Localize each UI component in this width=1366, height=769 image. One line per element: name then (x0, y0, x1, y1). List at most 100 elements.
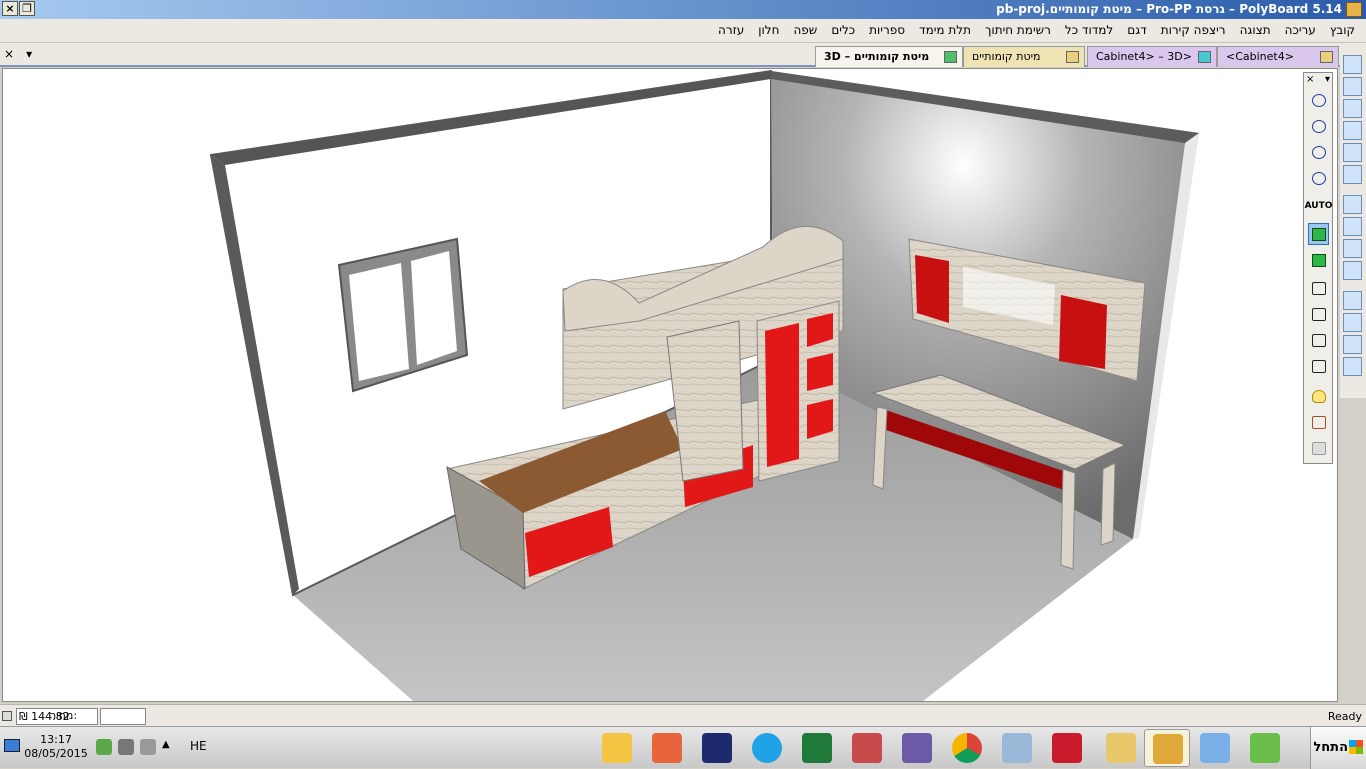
rotate-down-icon[interactable] (1308, 167, 1329, 189)
solid-render-icon[interactable] (1308, 223, 1329, 245)
chrome-icon[interactable] (944, 729, 990, 767)
cube-view-5-icon[interactable] (1343, 291, 1362, 310)
visual-studio-icon[interactable] (694, 729, 740, 767)
auto-rotate-button[interactable]: AUTO (1305, 195, 1333, 217)
left-view-icon[interactable] (1343, 99, 1362, 118)
right-view-icon[interactable] (1343, 121, 1362, 140)
clock[interactable]: 13:17 08/05/2015 (24, 733, 88, 761)
menu-file[interactable]: קובץ (1323, 23, 1362, 37)
network-tray-icon[interactable] (96, 739, 112, 755)
volume-icon[interactable] (118, 739, 134, 755)
menu-libraries[interactable]: ספריות (862, 23, 912, 37)
skype-icon[interactable] (744, 729, 790, 767)
tab-cabinet4[interactable]: <Cabinet4> (1217, 46, 1339, 67)
box-view-3-icon[interactable] (1308, 329, 1329, 351)
tools-icon[interactable] (894, 729, 940, 767)
close-tab-button[interactable]: × (4, 47, 14, 61)
tab-bunk-bed[interactable]: מיטת קומותיים (963, 46, 1085, 67)
paint-icon[interactable] (1192, 729, 1238, 767)
calculator-icon[interactable] (994, 729, 1040, 767)
start-button[interactable]: התחל (1310, 727, 1366, 769)
window-pane-left (349, 263, 409, 381)
polyboard-app-icon[interactable] (1346, 2, 1362, 17)
tab-label: Cabinet4> – 3D> (1096, 50, 1192, 63)
back-view-icon[interactable] (1343, 143, 1362, 162)
panel-dropdown-button[interactable]: ▾ (1325, 73, 1330, 87)
explode-icon[interactable] (1308, 411, 1329, 433)
polyboard-icon[interactable] (1144, 729, 1190, 767)
cube-view-6-icon[interactable] (1343, 313, 1362, 332)
3d-view-icon (944, 51, 957, 63)
rotate-right-icon[interactable] (1308, 115, 1329, 137)
top-view-icon[interactable] (1343, 165, 1362, 184)
cube-view-3-icon[interactable] (1343, 239, 1362, 258)
cube-view-7-icon[interactable] (1343, 335, 1362, 354)
system-tray: 13:17 08/05/2015 ▲ HE (0, 727, 222, 769)
cube-view-8-icon[interactable] (1343, 357, 1362, 376)
window-title: PolyBoard 5.14 – גרסת Pro-PP – מיטת קומו… (996, 2, 1342, 16)
clock-time: 13:17 (40, 733, 72, 746)
keyboard-icon[interactable] (844, 729, 890, 767)
cube-view-2-icon[interactable] (1343, 217, 1362, 236)
rotate-left-icon[interactable] (1308, 89, 1329, 111)
3d-room-scene[interactable] (3, 69, 1338, 702)
terminal-icon[interactable] (794, 729, 840, 767)
rotate-up-icon[interactable] (1308, 141, 1329, 163)
view-toolbar (1340, 43, 1366, 398)
panel-close-button[interactable]: × (1306, 73, 1314, 87)
tab-label: <Cabinet4> (1226, 50, 1294, 63)
menu-tools[interactable]: כלים (824, 23, 862, 37)
status-empty-field (100, 708, 146, 725)
3d-viewport[interactable] (2, 68, 1338, 702)
chevron-up-icon[interactable]: ▲ (162, 739, 178, 755)
menu-3d[interactable]: תלת מימד (912, 23, 978, 37)
tab-list-dropdown[interactable]: ▾ (26, 47, 32, 61)
wardrobe-drawer-2 (807, 353, 833, 391)
3d-tools-panel: × ▾ AUTO (1303, 72, 1333, 464)
status-bar: ₪ 144.82 מחיר: Ready (0, 704, 1366, 726)
tab-3d-bunk-bed[interactable]: 3D – מיטת קומותיים (815, 46, 963, 67)
start-label: התחל (1313, 740, 1348, 755)
n-app-icon[interactable] (1044, 729, 1090, 767)
tab-label: 3D – מיטת קומותיים (824, 50, 930, 63)
network-icon[interactable] (644, 729, 690, 767)
shaded-render-icon[interactable] (1308, 249, 1329, 271)
box-view-2-icon[interactable] (1308, 303, 1329, 325)
menu-measure-all[interactable]: למדוד כל (1058, 23, 1120, 37)
price-label: מחיר: (50, 709, 78, 722)
menu-bar: קובץ עריכה תצוגה ריצפה קירות דגם למדוד כ… (0, 19, 1366, 43)
outlook-icon[interactable] (594, 729, 640, 767)
menu-floor-walls[interactable]: ריצפה קירות (1154, 23, 1233, 37)
menu-window[interactable]: חלון (751, 23, 786, 37)
cube-view-1-icon[interactable] (1343, 195, 1362, 214)
trash-icon[interactable] (1308, 437, 1329, 459)
windows-taskbar: 13:17 08/05/2015 ▲ HE התחל (0, 726, 1366, 769)
wall-cabinet-door-left (915, 255, 949, 323)
menu-view[interactable]: תצוגה (1233, 23, 1278, 37)
iso-view-icon[interactable] (1343, 77, 1362, 96)
cube-view-4-icon[interactable] (1343, 261, 1362, 280)
close-window-button[interactable]: × (2, 1, 18, 16)
lightbulb-icon[interactable] (1308, 385, 1329, 407)
menu-cut-list[interactable]: רשימת חיתוך (978, 23, 1058, 37)
front-view-icon[interactable] (1343, 55, 1362, 74)
menu-language[interactable]: שפה (786, 23, 824, 37)
wall-cabinet-door-right (1059, 295, 1107, 369)
menu-model[interactable]: דגם (1120, 23, 1153, 37)
menu-edit[interactable]: עריכה (1278, 23, 1323, 37)
menu-help[interactable]: עזרה (711, 23, 751, 37)
windows-logo-icon (1349, 740, 1363, 754)
window-pane-right (411, 251, 457, 365)
restore-window-button[interactable]: ❐ (19, 1, 35, 16)
desk-leg-right (1100, 462, 1116, 546)
folder-icon[interactable] (1098, 729, 1144, 767)
chart-icon[interactable] (1242, 729, 1288, 767)
language-indicator[interactable]: HE (190, 739, 207, 753)
desk-leg-front (1060, 468, 1076, 570)
tab-cabinet4-3d[interactable]: Cabinet4> – 3D> (1087, 46, 1217, 67)
status-ready: Ready (1327, 710, 1362, 723)
show-desktop-icon[interactable] (4, 739, 20, 752)
power-icon[interactable] (140, 739, 156, 755)
box-view-4-icon[interactable] (1308, 355, 1329, 377)
box-view-1-icon[interactable] (1308, 277, 1329, 299)
